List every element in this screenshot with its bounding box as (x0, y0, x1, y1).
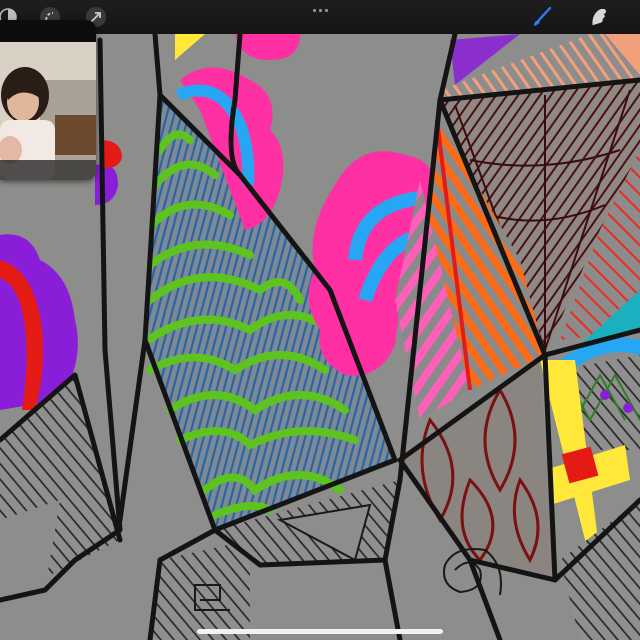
artwork-drawing (0, 34, 640, 640)
home-indicator[interactable] (197, 629, 443, 634)
drawing-canvas[interactable] (0, 34, 640, 640)
smudge-icon[interactable] (587, 5, 611, 29)
video-feed-image (0, 20, 96, 180)
brush-icon[interactable] (530, 5, 554, 29)
top-toolbar (0, 0, 640, 34)
video-call-pip[interactable] (0, 20, 96, 180)
more-dots-icon[interactable] (308, 4, 332, 16)
